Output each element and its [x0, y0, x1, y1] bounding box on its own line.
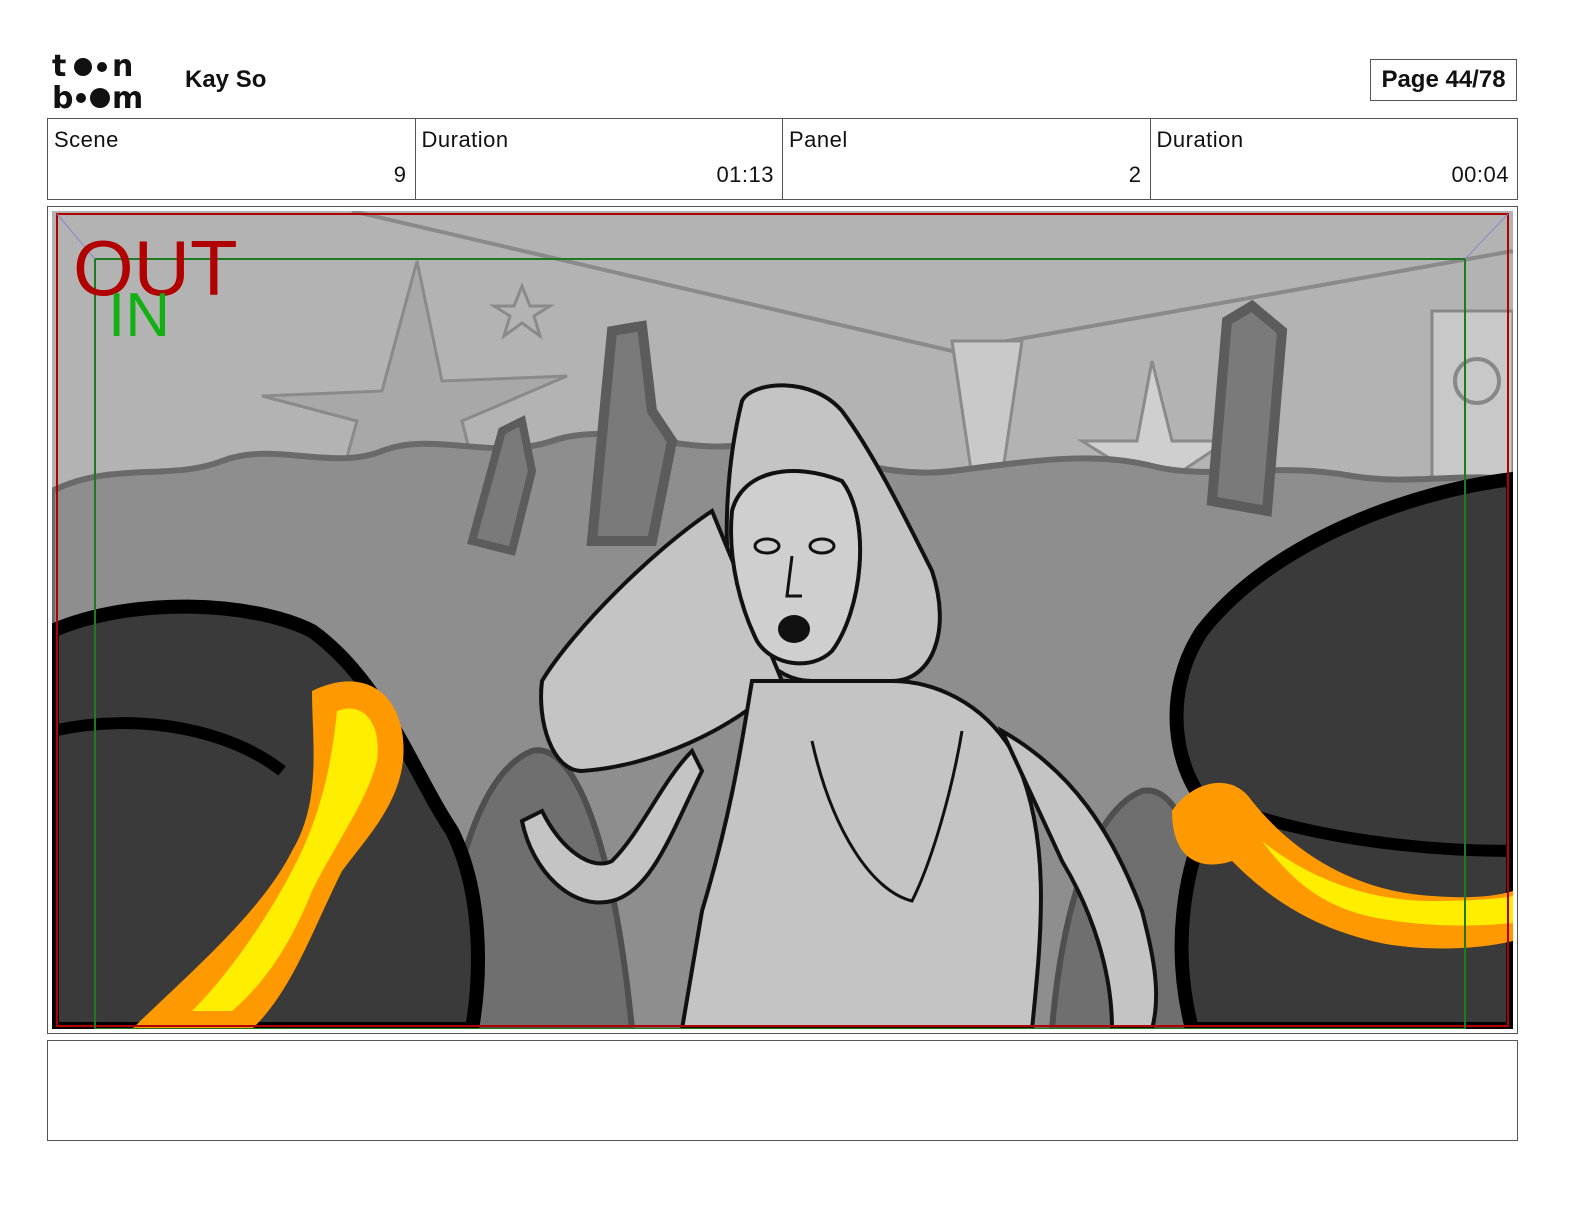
- scene-cell: Scene 9: [48, 119, 416, 199]
- safe-frame-in-label: IN: [108, 281, 170, 350]
- author-name: Kay So: [185, 66, 267, 93]
- svg-text:m: m: [112, 81, 143, 112]
- svg-text:t: t: [52, 50, 66, 84]
- scene-value: 9: [393, 162, 407, 187]
- panel-cell: Panel 2: [783, 119, 1151, 199]
- toon-boom-logo: t n b m: [52, 50, 162, 112]
- scene-duration-value: 01:13: [716, 162, 774, 187]
- panel-duration-cell: Duration 00:04: [1151, 119, 1518, 199]
- scene-info-table: Scene 9 Duration 01:13 Panel 2 Duration …: [47, 118, 1518, 200]
- svg-text:b: b: [52, 81, 73, 112]
- svg-text:n: n: [112, 50, 133, 84]
- scene-duration-label: Duration: [421, 127, 509, 152]
- scene-duration-cell: Duration 01:13: [416, 119, 783, 199]
- panel-duration-value: 00:04: [1451, 162, 1509, 187]
- panel-duration-label: Duration: [1156, 127, 1244, 152]
- panel-label: Panel: [789, 127, 848, 152]
- toon-boom-logo-mark: t n b m: [52, 50, 143, 112]
- storyboard-sketch: [52, 211, 1513, 1029]
- scene-label: Scene: [54, 127, 119, 152]
- panel-value: 2: [1128, 162, 1142, 187]
- panel-notes-box[interactable]: [47, 1040, 1518, 1141]
- page-counter: Page 44/78: [1370, 59, 1517, 101]
- storyboard-panel: OUT IN: [47, 206, 1518, 1034]
